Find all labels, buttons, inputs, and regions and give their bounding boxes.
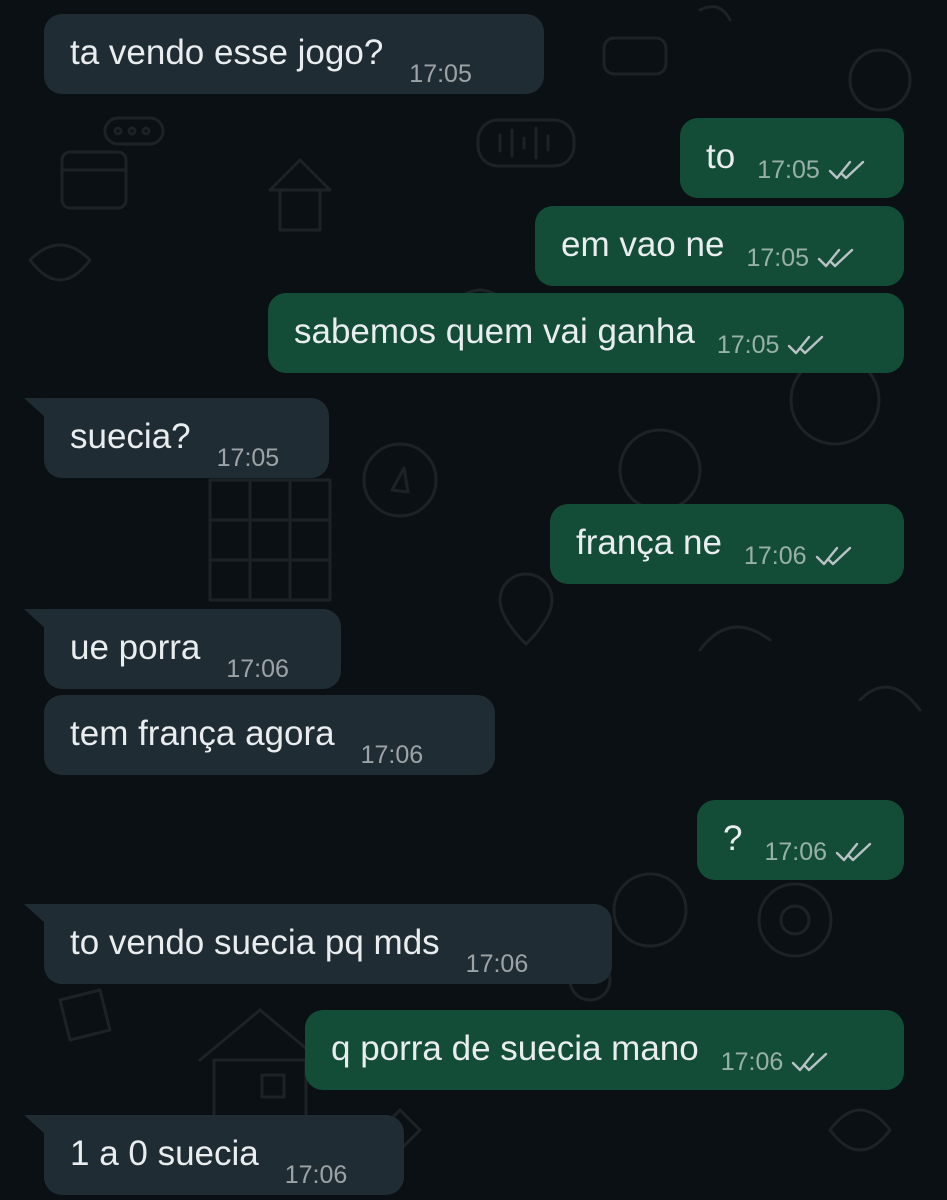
message-text: suecia? [70, 417, 191, 456]
incoming-message[interactable]: 1 a 0 suecia 17:06 [44, 1115, 404, 1195]
message-text: ? [723, 819, 743, 858]
double-check-icon [788, 335, 824, 355]
message-text: frança ne [576, 523, 722, 562]
message-time: 17:05 [746, 244, 809, 272]
message-text: 1 a 0 suecia [70, 1134, 259, 1173]
outgoing-message[interactable]: em vao ne 17:05 [535, 206, 904, 286]
message-time: 17:06 [764, 838, 828, 866]
incoming-message[interactable]: to vendo suecia pq mds 17:06 [44, 904, 612, 984]
message-meta: 17:06 [721, 1048, 830, 1076]
message-time: 17:05 [716, 331, 780, 359]
message-text: sabemos quem vai ganha [294, 312, 695, 351]
outgoing-message[interactable]: frança ne 17:06 [550, 504, 904, 584]
message-time: 17:06 [226, 655, 289, 683]
message-time: 17:06 [360, 741, 424, 769]
incoming-message[interactable]: suecia? 17:05 [44, 398, 329, 478]
double-check-icon [815, 546, 851, 566]
message-text: q porra de suecia mano [331, 1029, 699, 1068]
message-time: 17:06 [284, 1161, 348, 1189]
double-check-icon [828, 160, 864, 180]
message-text: ue porra [70, 628, 201, 667]
message-meta: 17:05 [757, 156, 866, 184]
outgoing-message[interactable]: sabemos quem vai ganha 17:05 [268, 293, 904, 373]
message-meta: 17:05 [717, 331, 826, 359]
bubble-tail [24, 398, 46, 418]
double-check-icon [817, 248, 854, 268]
double-check-icon [792, 1052, 828, 1072]
message-text: tem frança agora [70, 714, 335, 753]
bubble-tail [24, 609, 46, 629]
message-time: 17:06 [465, 950, 529, 978]
message-meta: 17:06 [744, 542, 853, 570]
outgoing-message[interactable]: to 17:05 [680, 118, 904, 198]
message-text: to vendo suecia pq mds [70, 923, 440, 962]
message-time: 17:06 [720, 1048, 784, 1076]
bubble-tail [24, 904, 46, 924]
message-list[interactable]: ta vendo esse jogo? 17:05 to 17:05 em va… [0, 0, 947, 1200]
message-meta: 17:06 [764, 838, 873, 866]
message-text: to [706, 137, 736, 176]
incoming-message[interactable]: ue porra 17:06 [44, 609, 341, 689]
incoming-message[interactable]: ta vendo esse jogo? 17:05 [44, 14, 544, 94]
bubble-tail [24, 1115, 46, 1135]
message-time: 17:06 [743, 542, 807, 570]
outgoing-message[interactable]: q porra de suecia mano 17:06 [305, 1010, 904, 1090]
message-time: 17:05 [757, 156, 820, 184]
incoming-message[interactable]: tem frança agora 17:06 [44, 695, 495, 775]
message-text: ta vendo esse jogo? [70, 33, 384, 72]
message-time: 17:05 [409, 60, 472, 88]
message-meta: 17:05 [746, 244, 855, 272]
message-text: em vao ne [561, 225, 725, 264]
message-time: 17:05 [216, 444, 280, 472]
double-check-icon [835, 842, 872, 862]
outgoing-message[interactable]: ? 17:06 [697, 800, 904, 880]
